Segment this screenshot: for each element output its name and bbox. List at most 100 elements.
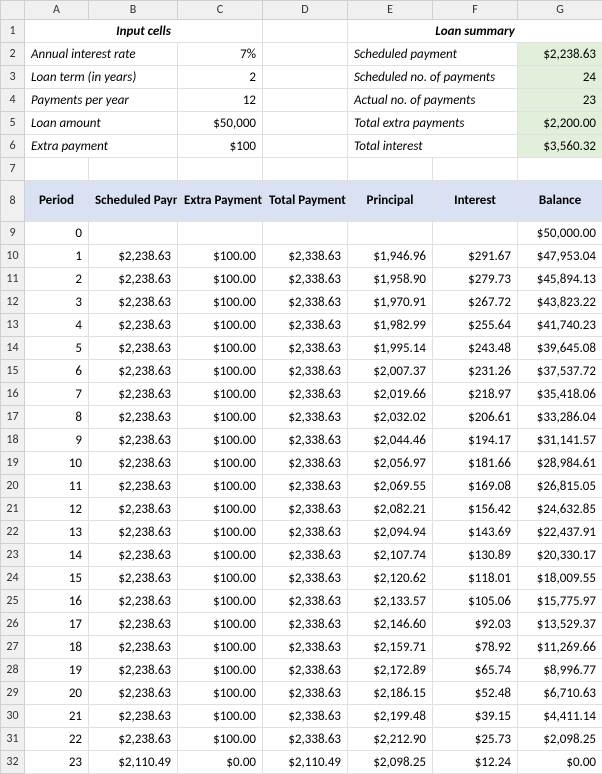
input-value[interactable]: $100: [178, 135, 263, 158]
col-header-B[interactable]: B: [89, 1, 178, 20]
cell-period[interactable]: 5: [25, 337, 89, 360]
cell-period[interactable]: 16: [25, 590, 89, 613]
cell-interest[interactable]: $78.92: [433, 636, 518, 659]
cell-balance[interactable]: $45,894.13: [518, 268, 602, 291]
cell-balance[interactable]: $4,411.14: [518, 705, 602, 728]
row-header[interactable]: 28: [1, 659, 25, 682]
row-header[interactable]: 8: [1, 181, 25, 222]
row-header[interactable]: 23: [1, 544, 25, 567]
cell-total[interactable]: $2,338.63: [263, 521, 348, 544]
cell-scheduled[interactable]: $2,238.63: [89, 544, 178, 567]
cell-total[interactable]: $2,338.63: [263, 682, 348, 705]
cell-total[interactable]: [263, 222, 348, 245]
cell-scheduled[interactable]: $2,238.63: [89, 636, 178, 659]
cell-balance[interactable]: $2,098.25: [518, 728, 602, 751]
cell-extra[interactable]: $100.00: [178, 429, 263, 452]
cell-scheduled[interactable]: $2,238.63: [89, 245, 178, 268]
row-header[interactable]: 31: [1, 728, 25, 751]
row-header[interactable]: 32: [1, 751, 25, 774]
cell-scheduled[interactable]: $2,238.63: [89, 705, 178, 728]
cell-balance[interactable]: $8,996.77: [518, 659, 602, 682]
cell[interactable]: [263, 89, 348, 112]
cell-extra[interactable]: $100.00: [178, 636, 263, 659]
cell[interactable]: [263, 135, 348, 158]
cell-period[interactable]: 4: [25, 314, 89, 337]
row-header[interactable]: 5: [1, 112, 25, 135]
cell[interactable]: [263, 66, 348, 89]
cell-balance[interactable]: $47,953.04: [518, 245, 602, 268]
input-value[interactable]: 2: [178, 66, 263, 89]
cell-balance[interactable]: $35,418.06: [518, 383, 602, 406]
cell-scheduled[interactable]: $2,238.63: [89, 360, 178, 383]
summary-value[interactable]: $2,238.63: [518, 43, 602, 66]
row-header[interactable]: 16: [1, 383, 25, 406]
summary-label[interactable]: Total extra payments: [348, 112, 518, 135]
cell-interest[interactable]: $130.89: [433, 544, 518, 567]
cell-extra[interactable]: $100.00: [178, 521, 263, 544]
cell-principal[interactable]: $2,133.57: [348, 590, 433, 613]
summary-label[interactable]: Actual no. of payments: [348, 89, 518, 112]
input-value[interactable]: $50,000: [178, 112, 263, 135]
cell-period[interactable]: 7: [25, 383, 89, 406]
cell-total[interactable]: $2,338.63: [263, 544, 348, 567]
cell-extra[interactable]: $100.00: [178, 291, 263, 314]
cell-balance[interactable]: $28,984.61: [518, 452, 602, 475]
cell-period[interactable]: 22: [25, 728, 89, 751]
cell-principal[interactable]: $2,159.71: [348, 636, 433, 659]
cell-interest[interactable]: $206.61: [433, 406, 518, 429]
col-interest[interactable]: Interest: [433, 181, 518, 222]
cell-period[interactable]: 3: [25, 291, 89, 314]
cell-balance[interactable]: $18,009.55: [518, 567, 602, 590]
cell[interactable]: [518, 158, 602, 181]
cell-scheduled[interactable]: $2,238.63: [89, 406, 178, 429]
cell-principal[interactable]: $2,044.46: [348, 429, 433, 452]
cell-scheduled[interactable]: $2,238.63: [89, 383, 178, 406]
cell-total[interactable]: $2,338.63: [263, 728, 348, 751]
input-label[interactable]: Loan amount: [25, 112, 178, 135]
input-label[interactable]: Annual interest rate: [25, 43, 178, 66]
cell-extra[interactable]: $100.00: [178, 682, 263, 705]
cell[interactable]: [433, 158, 518, 181]
cell-total[interactable]: $2,338.63: [263, 475, 348, 498]
cell-period[interactable]: 13: [25, 521, 89, 544]
cell-principal[interactable]: $2,120.62: [348, 567, 433, 590]
row-header[interactable]: 15: [1, 360, 25, 383]
cell-balance[interactable]: $26,815.05: [518, 475, 602, 498]
input-label[interactable]: Loan term (in years): [25, 66, 178, 89]
cell-principal[interactable]: $2,199.48: [348, 705, 433, 728]
cell-period[interactable]: 1: [25, 245, 89, 268]
cell-principal[interactable]: $2,098.25: [348, 751, 433, 774]
cell-total[interactable]: $2,338.63: [263, 498, 348, 521]
cell-principal[interactable]: $2,032.02: [348, 406, 433, 429]
cell-principal[interactable]: $1,982.99: [348, 314, 433, 337]
cell-interest[interactable]: $52.48: [433, 682, 518, 705]
cell-principal[interactable]: $2,186.15: [348, 682, 433, 705]
summary-value[interactable]: $3,560.32: [518, 135, 602, 158]
cell-total[interactable]: $2,110.49: [263, 751, 348, 774]
cell-interest[interactable]: $243.48: [433, 337, 518, 360]
cell-interest[interactable]: $118.01: [433, 567, 518, 590]
cell-interest[interactable]: $291.67: [433, 245, 518, 268]
cell[interactable]: [263, 112, 348, 135]
cell-scheduled[interactable]: $2,238.63: [89, 521, 178, 544]
cell-interest[interactable]: $105.06: [433, 590, 518, 613]
cell-total[interactable]: $2,338.63: [263, 291, 348, 314]
cell-total[interactable]: $2,338.63: [263, 245, 348, 268]
cell-extra[interactable]: $100.00: [178, 613, 263, 636]
summary-label[interactable]: Scheduled no. of payments: [348, 66, 518, 89]
cell[interactable]: [263, 158, 348, 181]
cell-total[interactable]: $2,338.63: [263, 567, 348, 590]
cell-total[interactable]: $2,338.63: [263, 406, 348, 429]
cell-interest[interactable]: [433, 222, 518, 245]
cell-balance[interactable]: $33,286.04: [518, 406, 602, 429]
cell-principal[interactable]: $2,082.21: [348, 498, 433, 521]
cell-total[interactable]: $2,338.63: [263, 268, 348, 291]
row-header[interactable]: 9: [1, 222, 25, 245]
col-header-D[interactable]: D: [263, 1, 348, 20]
cell-total[interactable]: $2,338.63: [263, 383, 348, 406]
cell-period[interactable]: 21: [25, 705, 89, 728]
cell-balance[interactable]: $13,529.37: [518, 613, 602, 636]
row-header[interactable]: 25: [1, 590, 25, 613]
col-period[interactable]: Period: [25, 181, 89, 222]
spreadsheet-grid[interactable]: A B C D E F G 1 Input cells Loan summary…: [0, 0, 602, 774]
